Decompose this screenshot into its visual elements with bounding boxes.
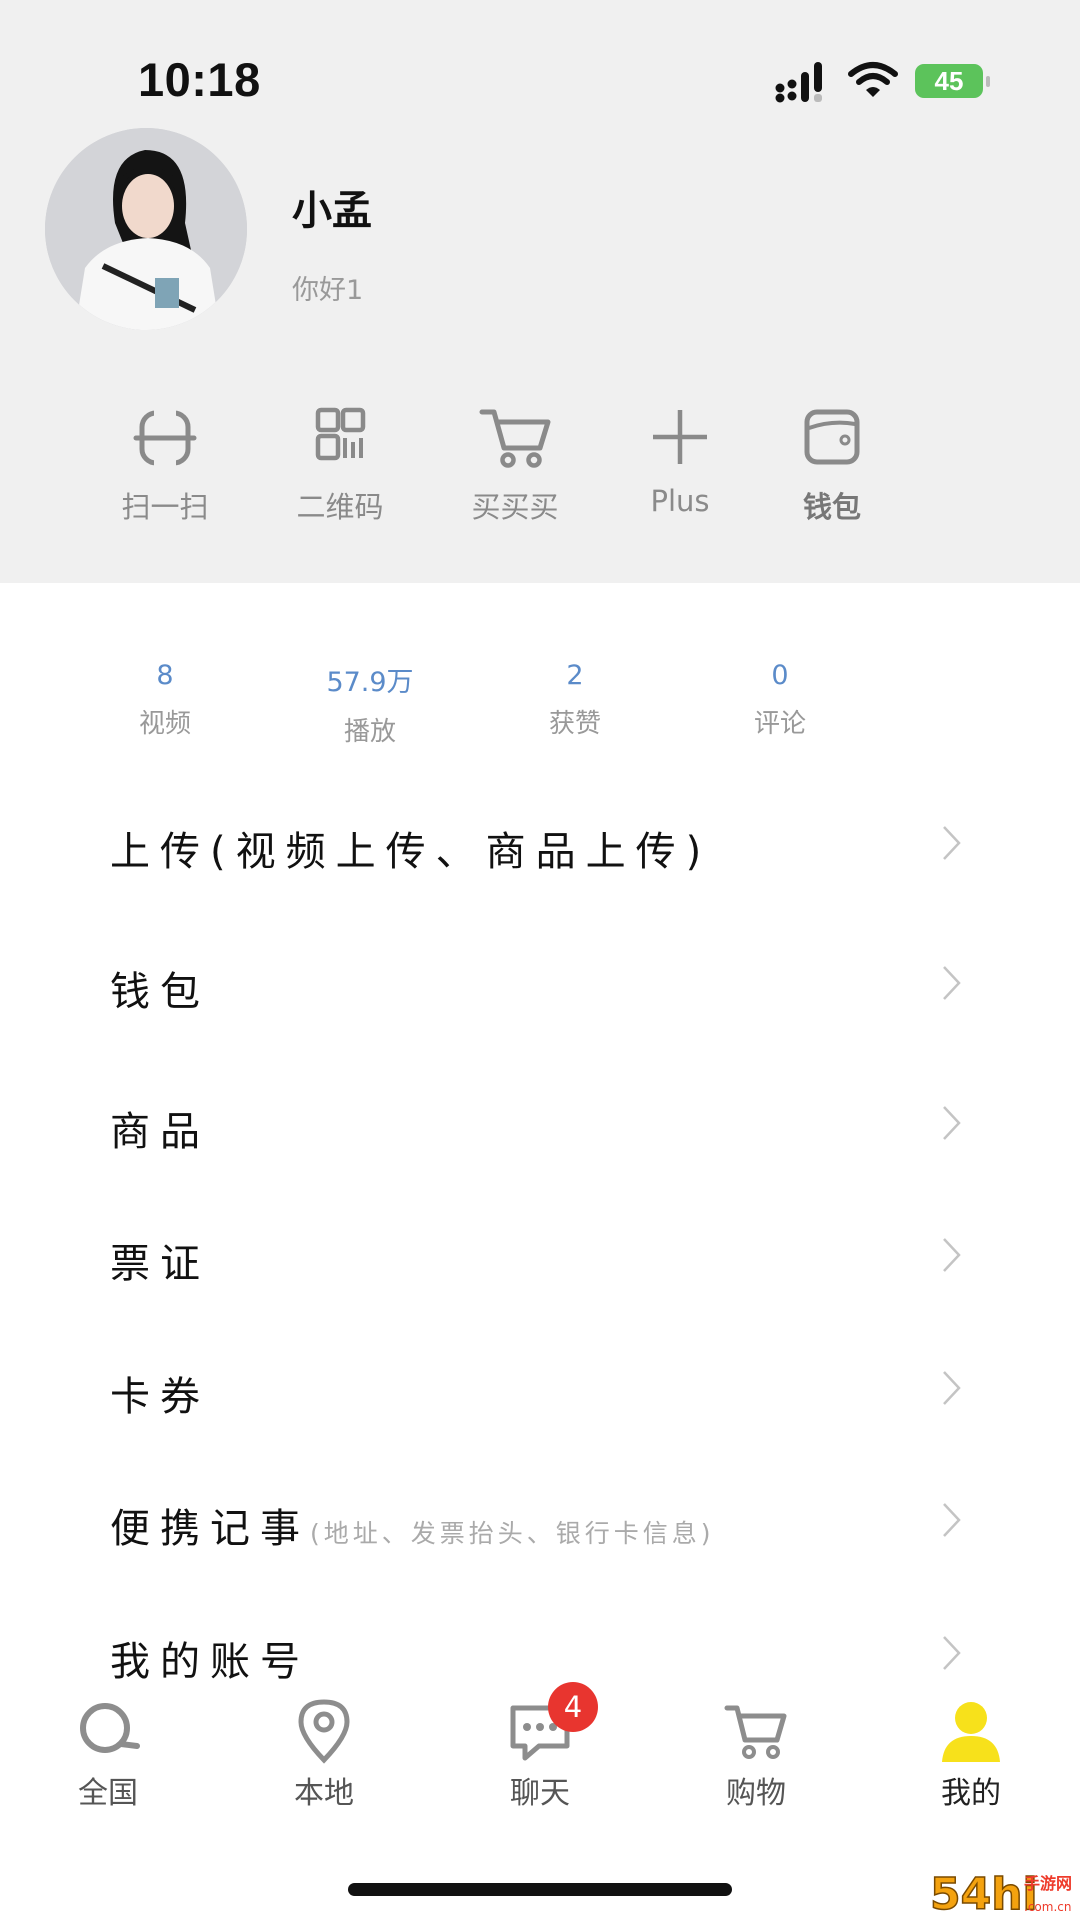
watermark-logo: 54hi 手游网 .com.cn (929, 1868, 1072, 1919)
tab-label: 购物 (726, 1776, 786, 1811)
chevron-right-icon (943, 1636, 961, 1670)
tab-label: 聊天 (510, 1776, 570, 1811)
chevron-right-icon (943, 1503, 961, 1537)
qr-code-icon (315, 407, 366, 461)
menu-item-notes[interactable]: 便携记事(地址、发票抬头、银行卡信息) (0, 1472, 1080, 1572)
svg-text:54hi: 54hi (930, 1869, 1038, 1919)
menu-item-label: 票证 (110, 1241, 210, 1287)
stat-label: 播放 (343, 717, 396, 747)
stat-label: 视频 (138, 709, 191, 739)
quick-action-label: Plus (650, 484, 710, 518)
avatar-image (45, 128, 247, 330)
stat-value: 0 (771, 660, 789, 691)
wifi-icon (848, 62, 898, 97)
chevron-right-icon (943, 966, 961, 1000)
tab-me[interactable]: 我的 (901, 1694, 1041, 1812)
stat-label: 获赞 (548, 709, 601, 739)
wallet-icon (804, 409, 860, 465)
quick-action-label: 钱包 (802, 490, 861, 524)
tab-nationwide[interactable]: 全国 (38, 1694, 178, 1812)
profile-name: 小孟 (292, 188, 372, 234)
svg-text:手游网: 手游网 (1024, 1874, 1072, 1893)
quick-action-buy[interactable]: 买买买 (465, 400, 565, 526)
person-icon (942, 1702, 1000, 1762)
chevron-right-icon (943, 1106, 961, 1140)
plus-icon (653, 410, 707, 464)
signal-icon (775, 62, 822, 103)
search-icon (80, 1703, 140, 1753)
menu-item-label: 上传(视频上传、商品上传) (110, 829, 712, 875)
quick-action-label: 扫一扫 (121, 490, 209, 524)
chevron-right-icon (943, 826, 961, 860)
quick-action-label: 买买买 (471, 490, 559, 524)
quick-action-label: 二维码 (296, 490, 384, 524)
battery-cap (986, 76, 990, 87)
quick-action-plus[interactable]: Plus (630, 400, 730, 518)
stat-plays[interactable]: 57.9万 播放 (285, 660, 455, 748)
quick-action-wallet[interactable]: 钱包 (782, 400, 882, 526)
quick-action-scan[interactable]: 扫一扫 (115, 400, 215, 526)
stat-label: 评论 (753, 709, 806, 739)
tab-label: 本地 (294, 1776, 354, 1811)
svg-text:.com.cn: .com.cn (1024, 1900, 1071, 1914)
cart-icon (724, 1705, 787, 1759)
stat-likes[interactable]: 2 获赞 (490, 660, 660, 740)
menu-item-products[interactable]: 商品 (0, 1075, 1080, 1175)
avatar[interactable] (45, 128, 247, 330)
stat-value: 8 (156, 660, 174, 691)
stat-value: 57.9万 (326, 667, 414, 698)
menu-item-note: (地址、发票抬头、银行卡信息) (310, 1519, 715, 1548)
tab-local[interactable]: 本地 (254, 1694, 394, 1812)
menu-item-tickets[interactable]: 票证 (0, 1207, 1080, 1307)
profile-signature: 你好1 (292, 275, 364, 306)
chevron-right-icon (943, 1238, 961, 1272)
menu-item-label: 便携记事(地址、发票抬头、银行卡信息) (110, 1496, 715, 1554)
tab-shopping[interactable]: 购物 (686, 1694, 826, 1812)
cart-icon (479, 409, 551, 468)
chat-unread-badge: 4 (548, 1682, 598, 1732)
scan-icon (133, 410, 197, 466)
menu-item-wallet[interactable]: 钱包 (0, 935, 1080, 1035)
location-pin-icon (298, 1699, 350, 1764)
stat-value: 2 (566, 660, 584, 691)
menu-item-title: 便携记事 (110, 1506, 310, 1552)
menu-item-label: 商品 (110, 1109, 210, 1155)
battery-level: 45 (934, 65, 964, 96)
menu-item-coupons[interactable]: 卡券 (0, 1340, 1080, 1440)
tab-label: 全国 (78, 1776, 138, 1811)
chevron-right-icon (943, 1371, 961, 1405)
menu-item-upload[interactable]: 上传(视频上传、商品上传) (0, 795, 1080, 895)
quick-action-qr[interactable]: 二维码 (290, 400, 390, 526)
menu-item-label: 卡券 (110, 1374, 210, 1420)
tab-label: 我的 (941, 1776, 1001, 1811)
status-time: 10:18 (138, 53, 261, 106)
battery-indicator: 45 (915, 64, 990, 98)
stat-videos[interactable]: 8 视频 (80, 660, 250, 740)
stat-comments[interactable]: 0 评论 (695, 660, 865, 740)
home-indicator (348, 1883, 732, 1896)
menu-item-label: 我的账号 (110, 1639, 310, 1685)
menu-item-label: 钱包 (110, 969, 210, 1015)
